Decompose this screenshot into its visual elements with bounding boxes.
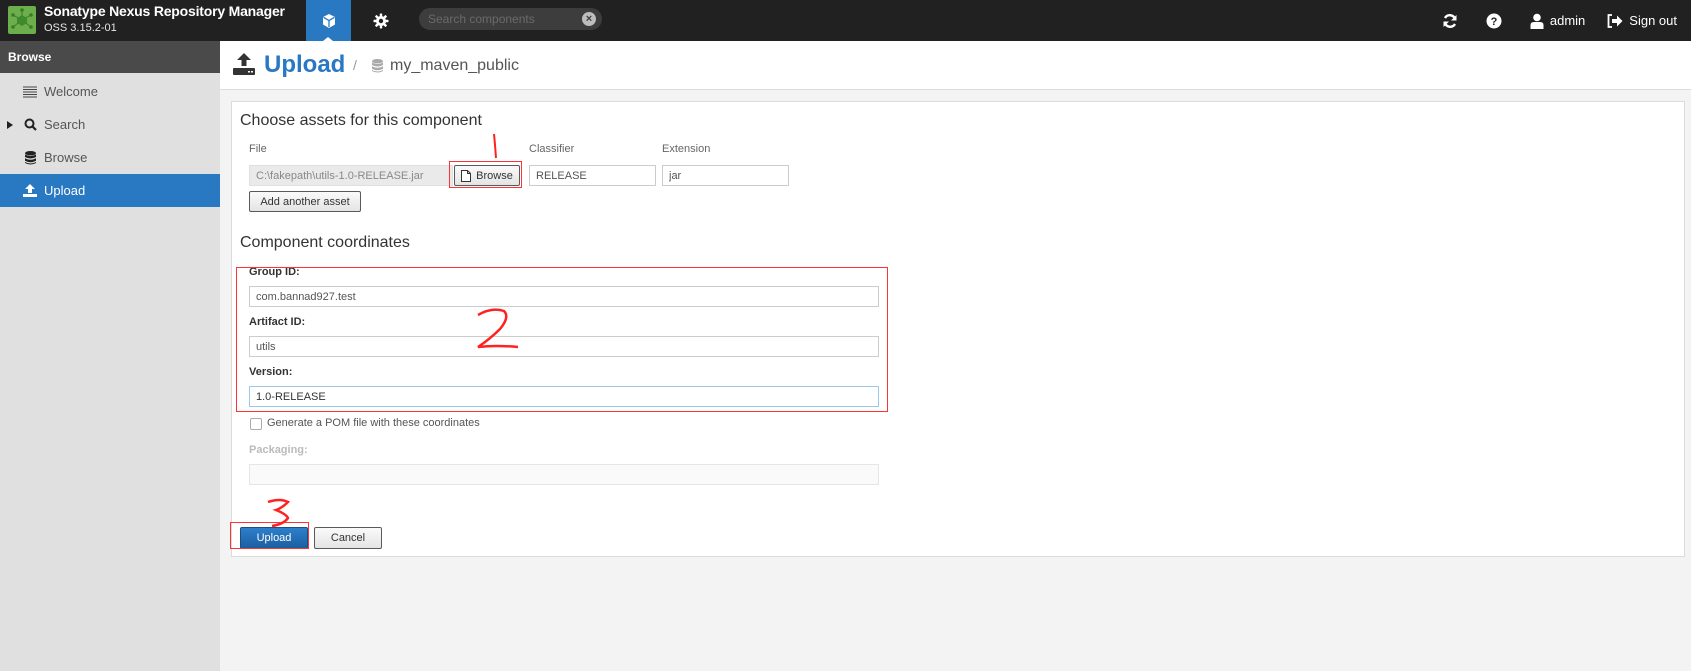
sidebar-item-browse[interactable]: Browse	[0, 141, 220, 174]
app-title: Sonatype Nexus Repository Manager	[44, 3, 285, 19]
cube-icon	[322, 13, 335, 28]
classifier-label: Classifier	[529, 143, 575, 155]
expand-arrow-icon[interactable]	[7, 120, 13, 129]
cancel-button-label: Cancel	[330, 532, 366, 544]
user-icon	[1530, 13, 1544, 29]
sidebar: Browse Welcome Search Browse Upload	[0, 41, 220, 671]
coordinates-section-title: Component coordinates	[240, 234, 410, 251]
refresh-icon	[1443, 13, 1457, 28]
user-menu[interactable]: admin	[1530, 13, 1585, 29]
tab-browse[interactable]	[306, 0, 351, 41]
sidebar-item-welcome[interactable]: Welcome	[0, 75, 220, 108]
file-label: File	[249, 143, 267, 155]
topbar-actions: ? admin Sign out	[1420, 0, 1677, 41]
annotation-box-upload	[230, 522, 309, 549]
svg-text:?: ?	[1491, 16, 1498, 28]
sign-out-button[interactable]: Sign out	[1607, 13, 1677, 28]
sidebar-item-label: Upload	[44, 183, 86, 198]
upload-icon	[233, 53, 255, 80]
repository-icon	[372, 59, 383, 78]
extension-input[interactable]	[662, 165, 789, 186]
sidebar-header: Browse	[0, 41, 220, 73]
add-another-asset-button[interactable]: Add another asset	[249, 191, 361, 212]
search-icon	[23, 118, 37, 132]
packaging-input	[249, 464, 879, 485]
refresh-button[interactable]	[1442, 13, 1464, 29]
database-icon	[23, 150, 37, 165]
top-bar: Sonatype Nexus Repository Manager OSS 3.…	[0, 0, 1691, 41]
search-components: ×	[419, 8, 602, 30]
help-icon: ?	[1486, 13, 1502, 28]
generate-pom-label: Generate a POM file with these coordinat…	[267, 417, 480, 429]
extension-label: Extension	[662, 143, 711, 155]
username: admin	[1549, 13, 1586, 28]
sidebar-item-search[interactable]: Search	[0, 108, 220, 141]
clear-search-icon[interactable]: ×	[582, 12, 596, 26]
sidebar-item-label: Welcome	[44, 84, 98, 99]
classifier-input[interactable]	[529, 165, 656, 186]
page-title: Upload	[264, 51, 346, 78]
cancel-button[interactable]: Cancel	[314, 527, 382, 549]
tab-administration[interactable]	[362, 0, 400, 41]
sign-out-label: Sign out	[1629, 13, 1677, 28]
gear-icon	[373, 13, 389, 28]
list-icon	[23, 85, 37, 99]
upload-icon	[23, 184, 37, 198]
sidebar-item-upload[interactable]: Upload	[0, 174, 220, 207]
sign-out-icon	[1607, 13, 1623, 28]
sidebar-item-label: Search	[44, 117, 86, 132]
sidebar-item-label: Browse	[44, 150, 88, 165]
help-button[interactable]: ?	[1486, 13, 1508, 29]
add-another-asset-label: Add another asset	[260, 195, 350, 208]
annotation-box-coordinates	[236, 267, 888, 412]
app-version: OSS 3.15.2-01	[44, 22, 117, 34]
page-header: Upload / my_maven_public	[220, 41, 1691, 90]
file-path-field	[249, 165, 453, 186]
search-components-input[interactable]	[428, 11, 578, 27]
breadcrumb-separator: /	[353, 57, 357, 73]
generate-pom-checkbox[interactable]	[250, 418, 262, 430]
breadcrumb-repository[interactable]: my_maven_public	[390, 57, 519, 75]
packaging-label: Packaging:	[249, 444, 308, 456]
assets-section-title: Choose assets for this component	[240, 112, 482, 129]
annotation-box-browse	[449, 161, 522, 188]
nexus-logo-icon	[8, 6, 36, 34]
